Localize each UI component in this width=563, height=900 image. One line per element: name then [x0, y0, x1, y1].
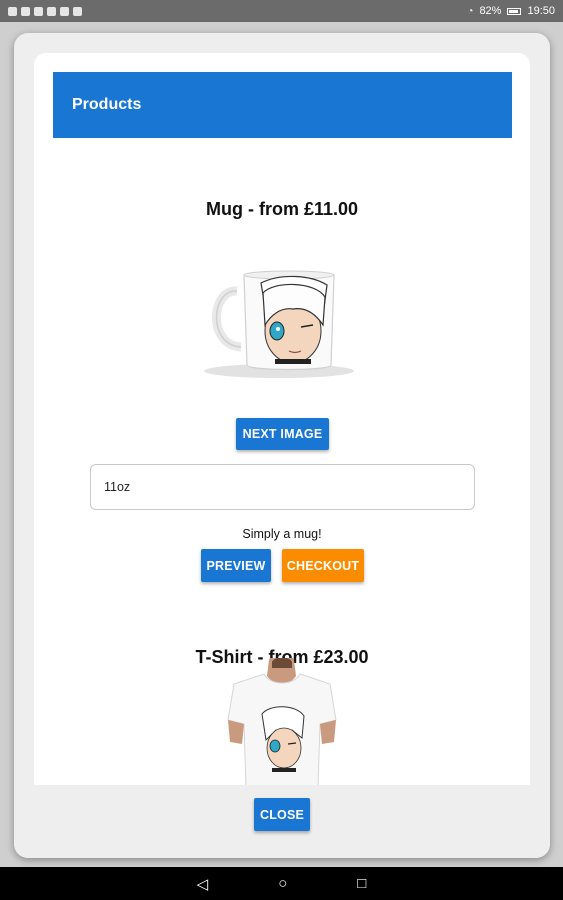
back-icon[interactable]: ◁ — [197, 875, 209, 893]
next-image-button[interactable]: NEXT IMAGE — [236, 418, 329, 450]
status-right: ◔ 82% 19:50 — [467, 5, 555, 17]
battery-percentage: 82% — [479, 5, 502, 17]
checkout-button[interactable]: CHECKOUT — [282, 549, 364, 582]
clock: 19:50 — [527, 5, 555, 17]
navigation-bar: ◁ ○ □ — [0, 867, 563, 900]
notification-icon — [47, 6, 56, 16]
dialog-header: Products — [53, 72, 512, 138]
notification-icon — [73, 6, 82, 16]
notification-icon — [21, 6, 30, 16]
recents-icon[interactable]: □ — [357, 875, 366, 892]
notification-icon — [8, 6, 17, 16]
products-dialog: Products Mug - from £11.00 NEXT IMAGE 11… — [14, 33, 550, 858]
notification-icon — [60, 6, 69, 16]
status-bar: ◔ 82% 19:50 — [0, 0, 563, 22]
size-select[interactable]: 11oz — [90, 464, 475, 510]
product-description: Simply a mug! — [242, 527, 322, 541]
close-button[interactable]: CLOSE — [254, 798, 310, 831]
product-title-mug: Mug - from £11.00 — [205, 199, 359, 219]
mug-product-image — [204, 270, 354, 378]
products-content[interactable]: Products Mug - from £11.00 NEXT IMAGE 11… — [34, 53, 530, 785]
tshirt-product-image — [227, 658, 337, 785]
notification-icon — [34, 6, 43, 16]
home-icon[interactable]: ○ — [278, 875, 287, 892]
wifi-icon: ◔ — [467, 5, 474, 17]
dialog-title: Products — [72, 96, 142, 113]
dialog-footer: CLOSE — [14, 785, 550, 858]
battery-icon — [507, 7, 522, 15]
notification-icons — [8, 6, 82, 16]
preview-button[interactable]: PREVIEW — [201, 549, 271, 582]
